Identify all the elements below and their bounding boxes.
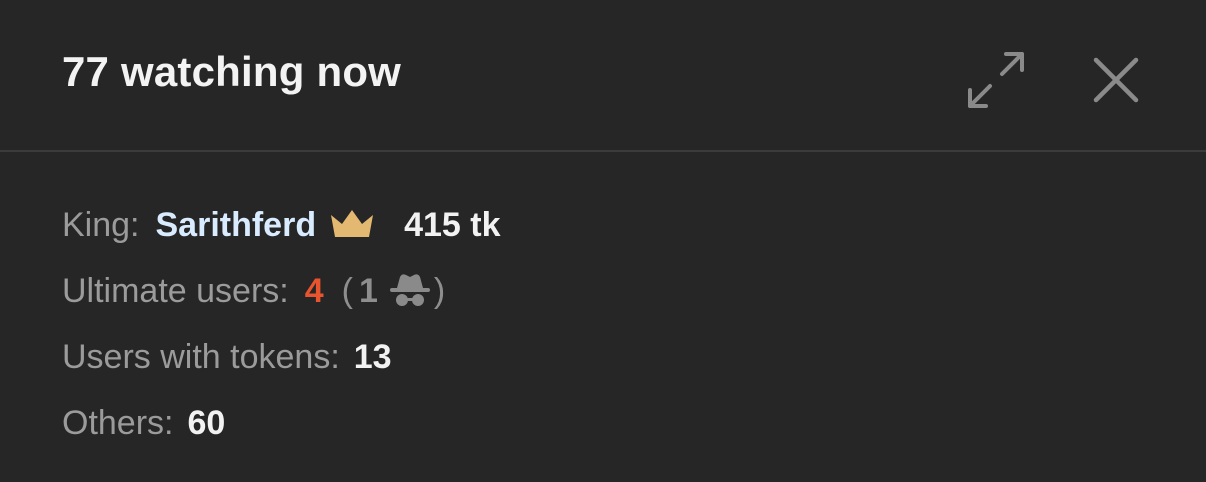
paren-close: )	[433, 271, 446, 310]
king-username-link[interactable]: Sarithferd	[156, 206, 317, 245]
paren-open: (	[341, 271, 353, 310]
panel-title: 77 watching now	[62, 48, 402, 95]
king-label: King:	[62, 205, 140, 244]
panel-header: 77 watching now	[0, 0, 1206, 152]
others-count: 60	[187, 403, 226, 442]
expand-arrows-icon	[968, 52, 1024, 108]
close-button[interactable]	[1084, 48, 1148, 112]
crown-icon	[328, 207, 376, 243]
users-with-tokens-row: Users with tokens: 13	[62, 324, 1166, 390]
viewer-stats: King: Sarithferd 415 tk Ultimate users: …	[62, 192, 1166, 456]
others-row: Others: 60	[62, 390, 1166, 456]
incognito-spy-icon	[388, 271, 432, 311]
close-x-icon	[1093, 57, 1139, 103]
users-with-tokens-count: 13	[353, 337, 392, 376]
king-token-amount: 415 tk	[404, 205, 501, 244]
expand-button[interactable]	[964, 48, 1028, 112]
ultimate-users-label: Ultimate users:	[62, 271, 289, 310]
anonymous-users-count: 1	[358, 271, 378, 310]
ultimate-users-count: 4	[304, 271, 324, 310]
ultimate-users-row: Ultimate users: 4 ( 1 )	[62, 258, 1166, 324]
viewers-panel: 77 watching now King: Sarithferd 415 tk …	[0, 0, 1206, 482]
others-label: Others:	[62, 403, 174, 442]
king-row: King: Sarithferd 415 tk	[62, 192, 1166, 258]
users-with-tokens-label: Users with tokens:	[62, 337, 340, 376]
